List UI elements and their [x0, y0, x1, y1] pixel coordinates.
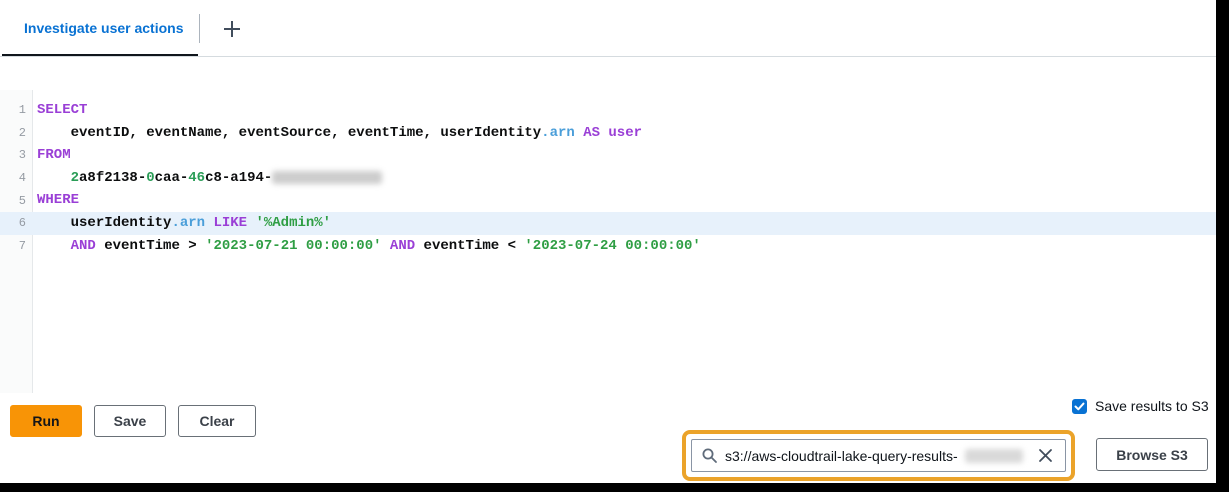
clear-input-button[interactable] — [1034, 445, 1056, 467]
line-number: 4 — [0, 171, 33, 185]
code-line-4[interactable]: 4 2a8f2138-0caa-46c8-a194- — [0, 167, 1216, 190]
code-text: eventID, eventName, eventSource, eventTi… — [33, 122, 642, 145]
add-tab-button[interactable] — [212, 13, 252, 45]
redacted-text — [965, 449, 1023, 463]
tab-bar-border — [0, 56, 1216, 57]
plus-icon — [222, 19, 242, 39]
code-text: AND eventTime > '2023-07-21 00:00:00' AN… — [33, 235, 701, 258]
code-text: userIdentity.arn LIKE '%Admin%' — [33, 212, 331, 235]
line-number: 1 — [0, 103, 33, 117]
code-text: FROM — [33, 144, 71, 167]
screenshot-border-bottom — [0, 483, 1229, 492]
tab-divider — [199, 14, 200, 43]
code-line-7[interactable]: 7 AND eventTime > '2023-07-21 00:00:00' … — [0, 235, 1216, 258]
checkbox-checked-icon[interactable] — [1072, 399, 1087, 414]
browse-s3-button[interactable]: Browse S3 — [1096, 438, 1208, 471]
line-number: 6 — [0, 216, 33, 230]
tab-bar: Investigate user actions — [0, 0, 1216, 57]
save-results-checkbox-row[interactable]: Save results to S3 — [1072, 398, 1209, 414]
screenshot-border-right — [1216, 0, 1229, 492]
code-text: WHERE — [33, 189, 79, 212]
code-text: SELECT — [33, 99, 87, 122]
code-line-6[interactable]: 6 userIdentity.arn LIKE '%Admin%' — [0, 212, 1216, 235]
cloudtrail-query-editor: Investigate user actions — [0, 0, 1229, 492]
code-lines: 1SELECT2 eventID, eventName, eventSource… — [0, 99, 1216, 257]
close-icon — [1038, 448, 1053, 463]
s3-uri-value: s3://aws-cloudtrail-lake-query-results- — [725, 448, 958, 464]
run-button[interactable]: Run — [10, 405, 82, 437]
save-results-label: Save results to S3 — [1095, 398, 1209, 414]
s3-uri-input[interactable]: s3://aws-cloudtrail-lake-query-results- — [691, 439, 1066, 472]
line-number: 3 — [0, 148, 33, 162]
clear-button[interactable]: Clear — [178, 405, 256, 437]
redacted-text — [272, 171, 382, 184]
sql-editor[interactable]: 1SELECT2 eventID, eventName, eventSource… — [0, 90, 1216, 393]
code-line-1[interactable]: 1SELECT — [0, 99, 1216, 122]
editor-toolbar — [0, 58, 1216, 89]
tab-investigate-user-actions[interactable]: Investigate user actions — [24, 20, 184, 36]
code-line-2[interactable]: 2 eventID, eventName, eventSource, event… — [0, 122, 1216, 145]
code-text: 2a8f2138-0caa-46c8-a194- — [33, 167, 382, 190]
line-number: 5 — [0, 194, 33, 208]
save-button[interactable]: Save — [94, 405, 166, 437]
line-number: 7 — [0, 239, 33, 253]
line-number: 2 — [0, 126, 33, 140]
code-line-5[interactable]: 5WHERE — [0, 189, 1216, 212]
search-icon — [701, 447, 718, 464]
code-line-3[interactable]: 3FROM — [0, 144, 1216, 167]
annotation-highlight-box: s3://aws-cloudtrail-lake-query-results- — [682, 430, 1075, 481]
